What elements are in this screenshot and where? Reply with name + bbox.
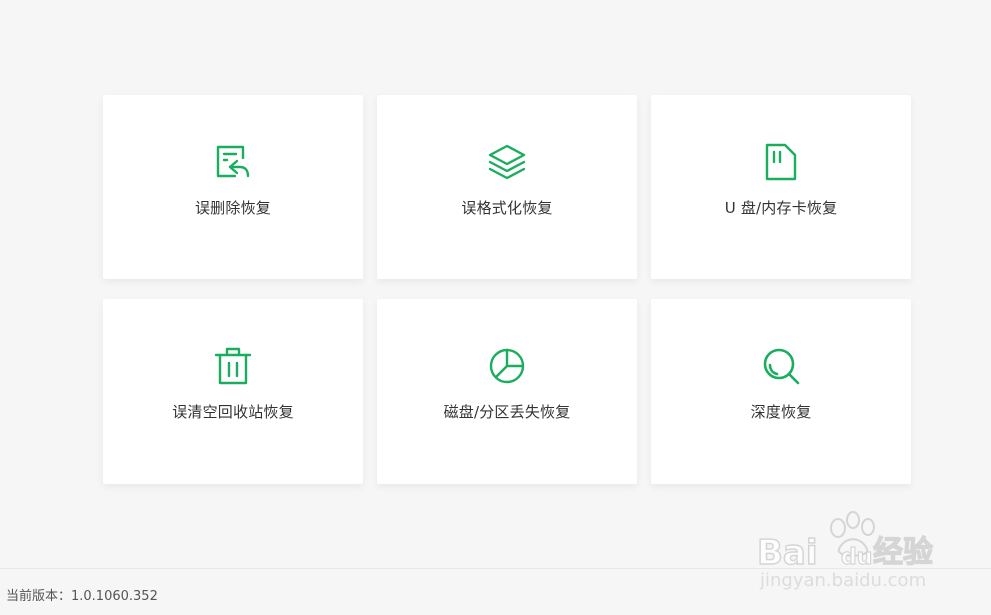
recovery-mode-grid: 误删除恢复 误格式化恢复 U 盘/内存卡恢复 误清空回收站恢复 磁盘/分区丢失恢…: [103, 95, 911, 484]
card-label: 误删除恢复: [194, 199, 271, 217]
layers-icon: [487, 142, 527, 182]
svg-text:jingyan.baidu.com: jingyan.baidu.com: [759, 570, 926, 591]
card-label: 磁盘/分区丢失恢复: [443, 403, 571, 421]
card-deep-recovery[interactable]: 深度恢复: [651, 299, 911, 484]
card-label: 深度恢复: [750, 403, 812, 421]
card-partition-loss-recovery[interactable]: 磁盘/分区丢失恢复: [377, 299, 637, 484]
svg-text:Bai: Bai: [757, 533, 818, 573]
pie-chart-icon: [487, 346, 527, 386]
card-label: U 盘/内存卡恢复: [724, 199, 838, 217]
search-icon: [761, 346, 801, 386]
card-label: 误格式化恢复: [461, 199, 553, 217]
svg-text:经验: 经验: [873, 535, 933, 570]
version-text: 当前版本：1.0.1060.352: [6, 589, 158, 604]
trash-icon: [213, 346, 253, 386]
baidu-jingyan-watermark: Bai du 经验 jingyan.baidu.com: [755, 506, 945, 592]
card-format-recovery[interactable]: 误格式化恢复: [377, 95, 637, 279]
sd-card-icon: [761, 142, 801, 182]
card-label: 误清空回收站恢复: [172, 403, 294, 421]
svg-text:du: du: [841, 545, 872, 570]
card-recycle-bin-recovery[interactable]: 误清空回收站恢复: [103, 299, 363, 484]
card-deleted-recovery[interactable]: 误删除恢复: [103, 95, 363, 279]
file-undo-icon: [213, 142, 253, 182]
card-usb-memory-card-recovery[interactable]: U 盘/内存卡恢复: [651, 95, 911, 279]
